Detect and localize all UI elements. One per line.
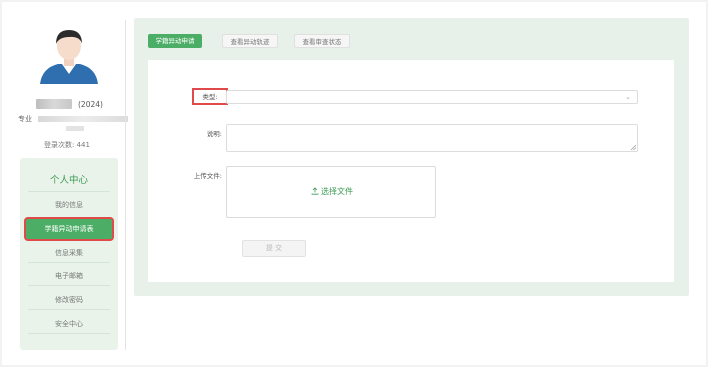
resize-handle-icon[interactable] — [630, 144, 636, 150]
menu-divider — [28, 333, 110, 334]
application-form: 类型: ⌄ 说明: 上传文件: 选择文件 提 交 — [148, 60, 674, 282]
chevron-down-icon: ⌄ — [625, 93, 631, 101]
user-name-redacted — [36, 99, 72, 109]
tab-status-change-apply[interactable]: 学籍异动申请 — [148, 34, 202, 48]
page-frame: (2024) 专业 登录次数: 441 个人中心 我的信息 学籍异动申请表 信息… — [2, 2, 706, 365]
menu-item-my-info[interactable]: 我的信息 — [20, 200, 118, 210]
major-redacted-2 — [66, 126, 84, 131]
avatar — [38, 24, 100, 84]
menu-item-security[interactable]: 安全中心 — [20, 319, 118, 329]
major-redacted — [38, 116, 128, 122]
login-count-row: 登录次数: 441 — [44, 140, 90, 150]
major-label: 专业 — [18, 115, 32, 123]
menu-item-change-password[interactable]: 修改密码 — [20, 295, 118, 305]
column-divider — [125, 20, 126, 350]
tab-change-history[interactable]: 查看异动轨迹 — [222, 34, 278, 48]
enrollment-year: (2024) — [78, 99, 103, 109]
tab-review-status[interactable]: 查看审查状态 — [294, 34, 350, 48]
login-count-value: 441 — [76, 141, 90, 149]
menu-divider — [28, 191, 110, 192]
user-name-row: (2024) — [36, 98, 103, 110]
submit-button[interactable]: 提 交 — [242, 240, 306, 257]
upload-icon — [311, 187, 319, 195]
menu-title: 个人中心 — [49, 175, 88, 186]
type-label: 类型: — [192, 88, 228, 105]
menu-item-email[interactable]: 电子邮箱 — [20, 271, 118, 281]
type-select[interactable]: ⌄ — [226, 90, 638, 104]
main-panel: 学籍异动申请 查看异动轨迹 查看审查状态 类型: ⌄ 说明: 上传文件: 选择文… — [134, 18, 689, 296]
choose-file-label: 选择文件 — [321, 187, 353, 196]
menu-item-info-collection[interactable]: 信息采集 — [20, 248, 118, 258]
menu-item-status-change[interactable]: 学籍异动申请表 — [26, 219, 112, 239]
choose-file-button[interactable]: 选择文件 — [227, 186, 437, 197]
major-row: 专业 — [18, 114, 128, 124]
menu-divider — [28, 262, 110, 263]
login-count-label: 登录次数: — [44, 141, 75, 149]
upload-dropzone[interactable]: 选择文件 — [226, 166, 436, 218]
personal-center-menu: 个人中心 我的信息 学籍异动申请表 信息采集 电子邮箱 修改密码 安全中心 — [20, 158, 118, 350]
menu-divider — [28, 309, 110, 310]
description-textarea[interactable] — [226, 124, 638, 152]
menu-divider — [28, 285, 110, 286]
upload-label: 上传文件: — [193, 172, 222, 180]
description-label: 说明: — [206, 130, 222, 138]
